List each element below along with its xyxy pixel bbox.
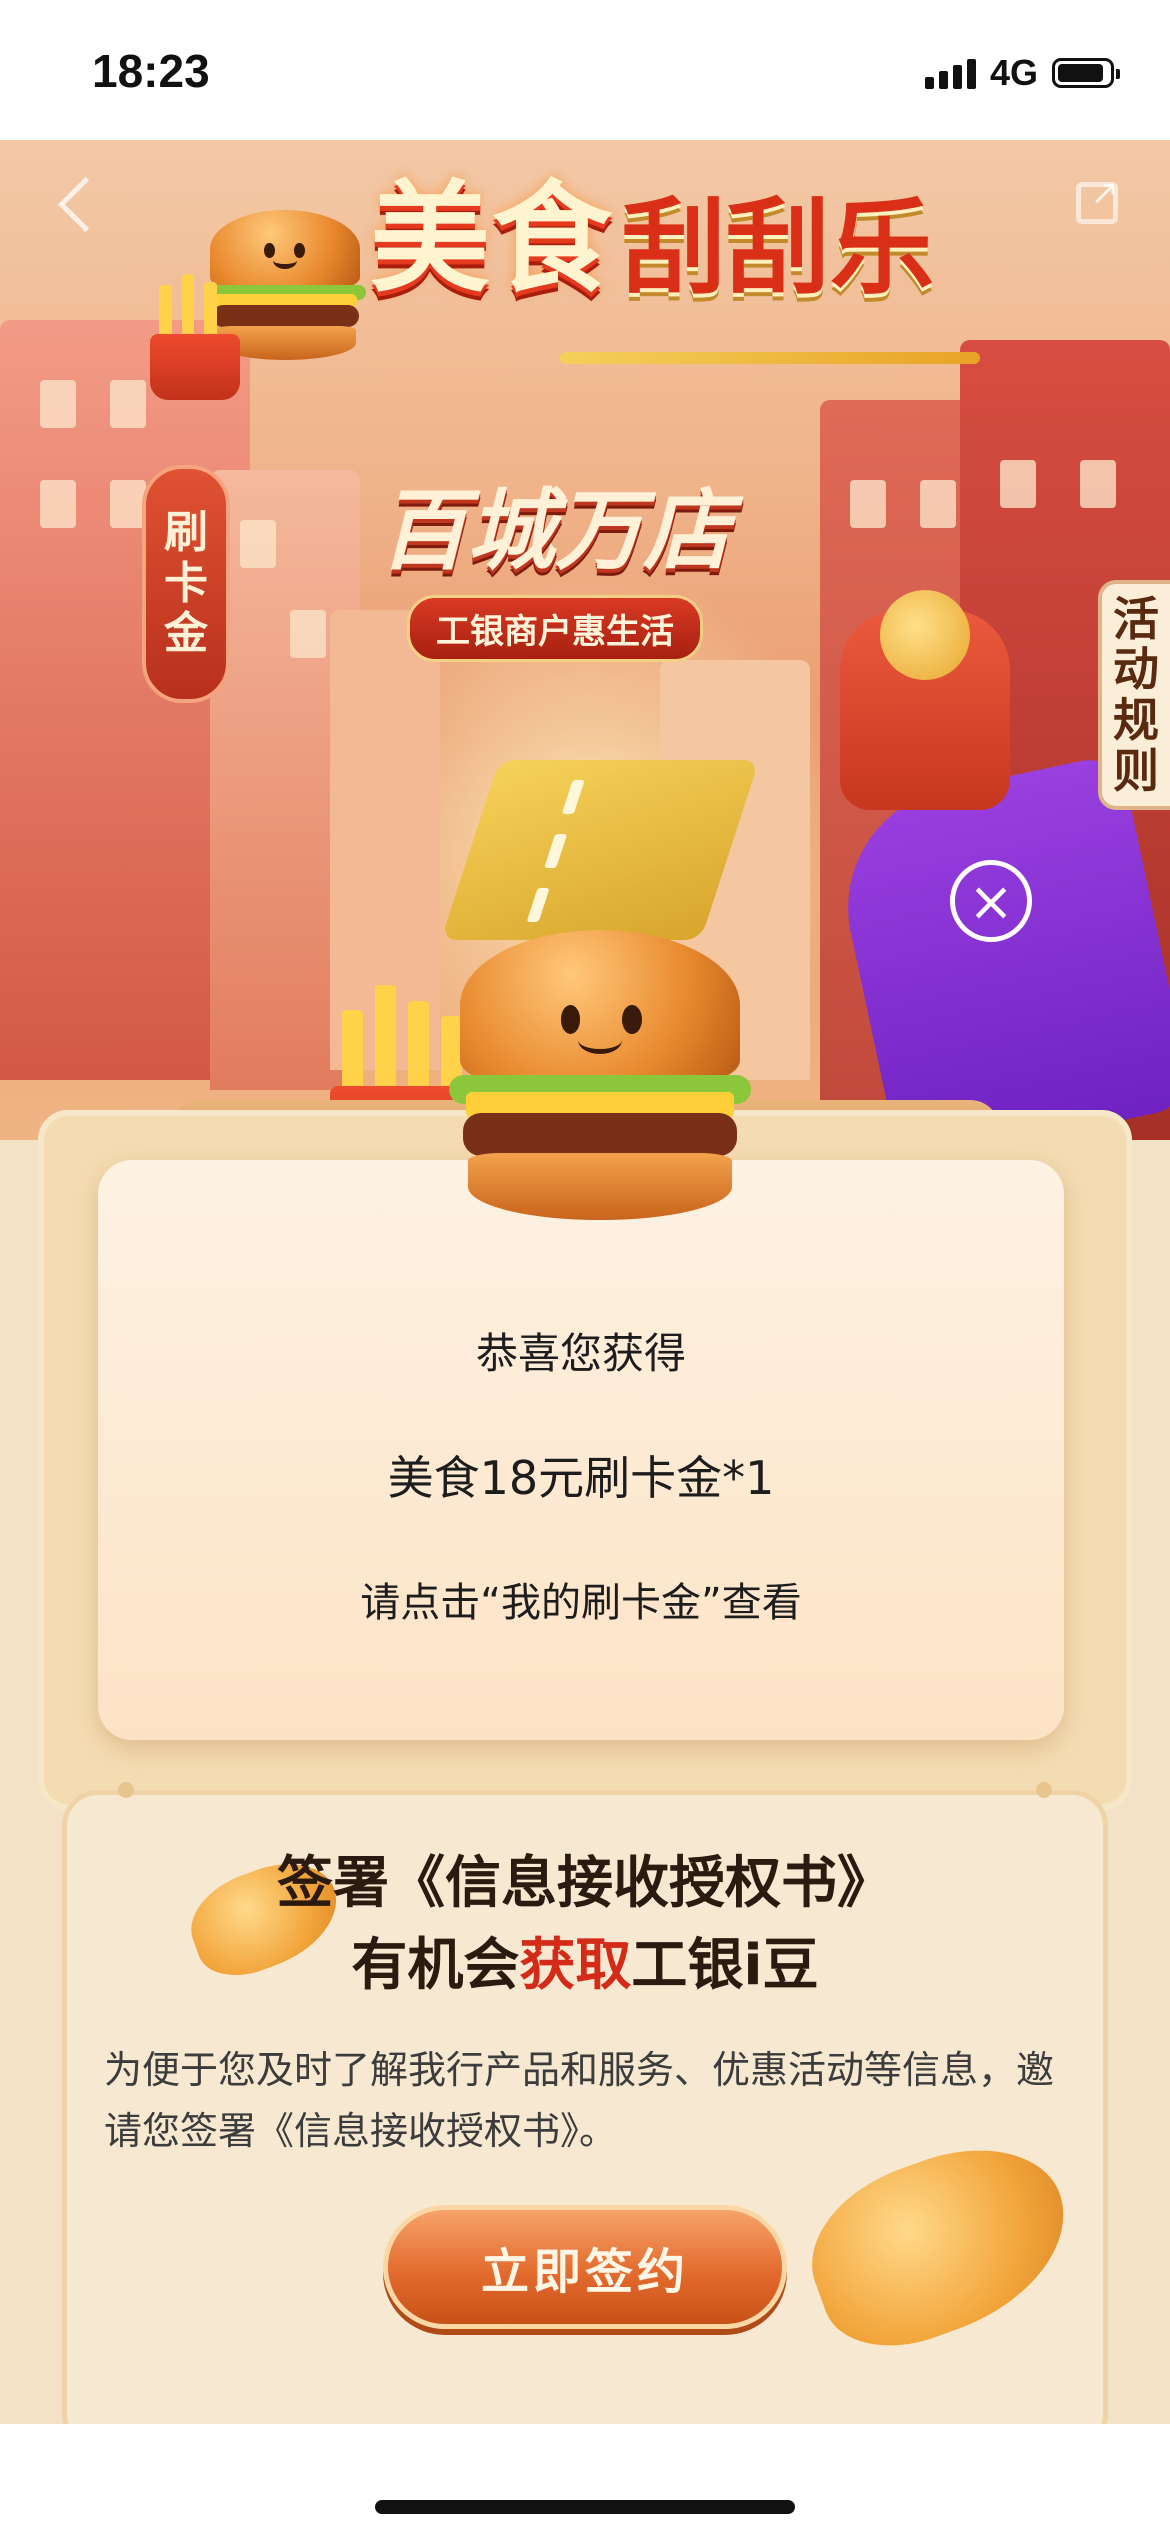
congrats-text: 恭喜您获得 — [475, 1329, 686, 1378]
title-main: 美食 — [370, 170, 614, 309]
home-indicator[interactable] — [375, 2500, 795, 2514]
slogan-main: 百城万店 — [378, 478, 731, 582]
close-icon[interactable]: × — [950, 860, 1032, 942]
title-highlight: 获取 — [519, 1933, 632, 1998]
title-prefix: 有机会 — [351, 1933, 520, 1998]
frame-peg — [1036, 1782, 1052, 1798]
title-suffix: 工银i豆 — [631, 1933, 819, 1998]
network-type: 4G — [989, 52, 1038, 93]
slogan: 百城万店 工银商户惠生活 — [345, 460, 765, 662]
bottom-bar — [0, 2424, 1170, 2532]
sign-card-label: 刷卡金 — [142, 465, 230, 703]
slogan-pill: 工银商户惠生活 — [407, 595, 703, 662]
result-card: 恭喜您获得 美食18元刷卡金*1 请点击“我的刷卡金”查看 — [98, 1160, 1064, 1740]
title-underline — [560, 352, 980, 364]
prize-text: 美食18元刷卡金*1 — [387, 1451, 775, 1505]
agreement-title-line2: 有机会获取工银i豆 — [0, 1920, 1170, 2001]
agreement-title-line1: 签署《信息接收授权书》 — [277, 1851, 893, 1916]
battery-icon — [1052, 58, 1120, 88]
activity-rules-tab[interactable]: 活动规则 — [1098, 580, 1170, 810]
share-icon[interactable] — [1076, 173, 1119, 224]
signal-icon — [924, 57, 976, 89]
status-bar: 18:23 4G — [0, 0, 1170, 140]
frame-peg — [118, 1782, 134, 1798]
back-icon[interactable] — [57, 176, 114, 233]
sign-now-button[interactable]: 立即签约 — [383, 2205, 787, 2329]
hint-text: 请点击“我的刷卡金”查看 — [360, 1580, 802, 1626]
agreement-description: 为便于您及时了解我行产品和服务、优惠活动等信息，邀请您签署《信息接收授权书》。 — [104, 2048, 1055, 2153]
runner-head-illustration — [880, 590, 970, 680]
status-time: 18:23 — [92, 45, 210, 97]
title-fries-illustration — [150, 273, 240, 400]
page-title: 美食 刮刮乐 — [370, 170, 935, 309]
status-indicators: 4G — [924, 52, 1120, 94]
mascot-burger-illustration — [448, 930, 752, 1220]
title-sub: 刮刮乐 — [622, 187, 935, 309]
